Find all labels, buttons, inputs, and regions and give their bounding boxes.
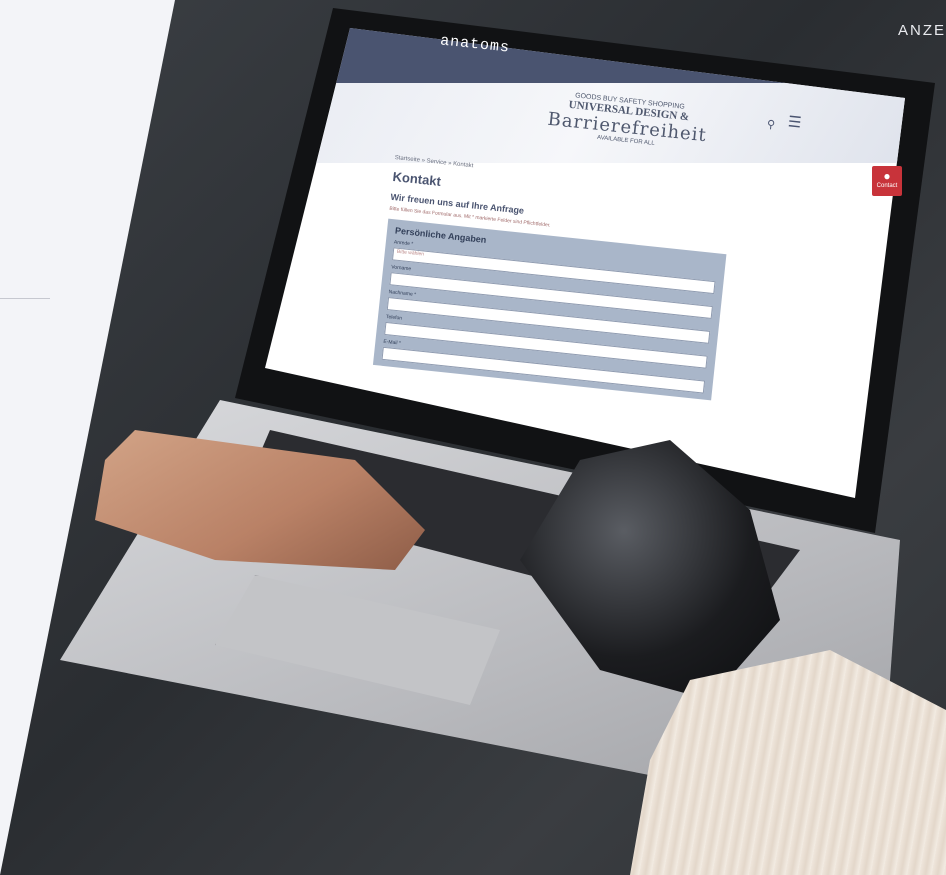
site-content: Startseite » Service » Kontakt Kontakt W…: [372, 155, 773, 405]
search-icon: ⚲: [766, 118, 776, 132]
contact-badge: ● Contact: [872, 166, 902, 196]
divider-line: [0, 298, 50, 299]
menu-icon: ☰: [787, 113, 803, 132]
contact-badge-label: Contact: [876, 183, 898, 189]
user-icon: ●: [883, 169, 891, 183]
corner-label: ANZE: [897, 22, 946, 39]
